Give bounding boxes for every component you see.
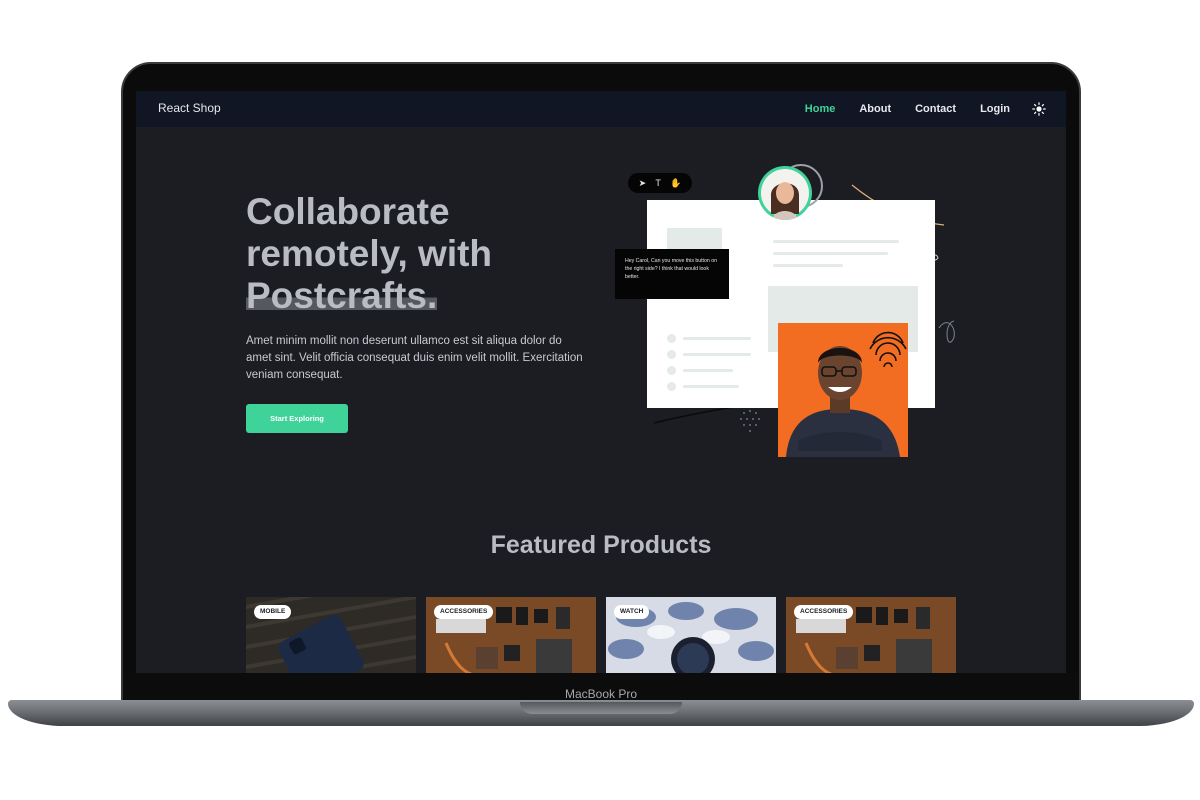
brand-logo[interactable]: React Shop bbox=[158, 101, 221, 115]
doc-bullet bbox=[667, 334, 676, 343]
nav-links: Home About Contact Login bbox=[781, 91, 1046, 127]
avatar-collaborator bbox=[758, 166, 812, 220]
product-card-accessories-2[interactable]: ACCESSORIES bbox=[786, 597, 956, 673]
start-exploring-button[interactable]: Start Exploring bbox=[246, 404, 348, 433]
hero-title-highlight: Postcrafts. bbox=[246, 275, 438, 316]
doc-line bbox=[773, 240, 899, 243]
category-badge: MOBILE bbox=[254, 605, 292, 619]
product-card-mobile[interactable]: MOBILE bbox=[246, 597, 416, 673]
product-grid: MOBILE ACCESSORIES WATCH ACCESSORIES bbox=[246, 597, 956, 673]
product-card-watch[interactable]: WATCH bbox=[606, 597, 776, 673]
hero-description: Amet minim mollit non deserunt ullamco e… bbox=[246, 335, 583, 381]
hero-title: Collaborate remotely, with Postcrafts. bbox=[246, 191, 576, 317]
cursor-icon[interactable]: ➤ bbox=[639, 178, 647, 189]
doc-bullet bbox=[667, 350, 676, 359]
nav-link-about[interactable]: About bbox=[859, 103, 891, 115]
browser-screen: React Shop Home About Contact Login Coll… bbox=[136, 91, 1066, 673]
nav-link-login[interactable]: Login bbox=[980, 103, 1010, 115]
navbar: React Shop Home About Contact Login bbox=[136, 91, 1066, 127]
hand-icon[interactable]: ✋ bbox=[670, 178, 681, 189]
product-card-accessories[interactable]: ACCESSORIES bbox=[426, 597, 596, 673]
doc-line bbox=[683, 369, 733, 372]
featured-products-title: Featured Products bbox=[490, 531, 712, 559]
nav-link-contact[interactable]: Contact bbox=[915, 103, 956, 115]
doc-bullet bbox=[667, 382, 676, 391]
category-badge: ACCESSORIES bbox=[434, 605, 494, 619]
doc-line bbox=[773, 252, 888, 255]
hero-illustration: ➤ T ✋ Hey Carol, Can you move this butto… bbox=[614, 163, 974, 463]
text-icon[interactable]: T bbox=[655, 178, 661, 188]
category-badge: ACCESSORIES bbox=[794, 605, 854, 619]
hero-title-line1: Collaborate bbox=[246, 191, 450, 232]
doc-line bbox=[683, 353, 751, 356]
doc-line bbox=[683, 337, 751, 340]
comment-bubble: Hey Carol, Can you move this button on t… bbox=[615, 249, 729, 299]
doc-line bbox=[683, 385, 739, 388]
photo-person bbox=[778, 323, 908, 457]
editor-toolbar: ➤ T ✋ bbox=[628, 173, 692, 193]
laptop-notch bbox=[520, 702, 682, 714]
hero-title-line2: remotely, with bbox=[246, 233, 493, 274]
nav-link-home[interactable]: Home bbox=[805, 103, 836, 115]
sun-icon[interactable] bbox=[1032, 102, 1046, 116]
doc-bullet bbox=[667, 366, 676, 375]
category-badge: WATCH bbox=[614, 605, 650, 619]
doc-line bbox=[773, 264, 843, 267]
